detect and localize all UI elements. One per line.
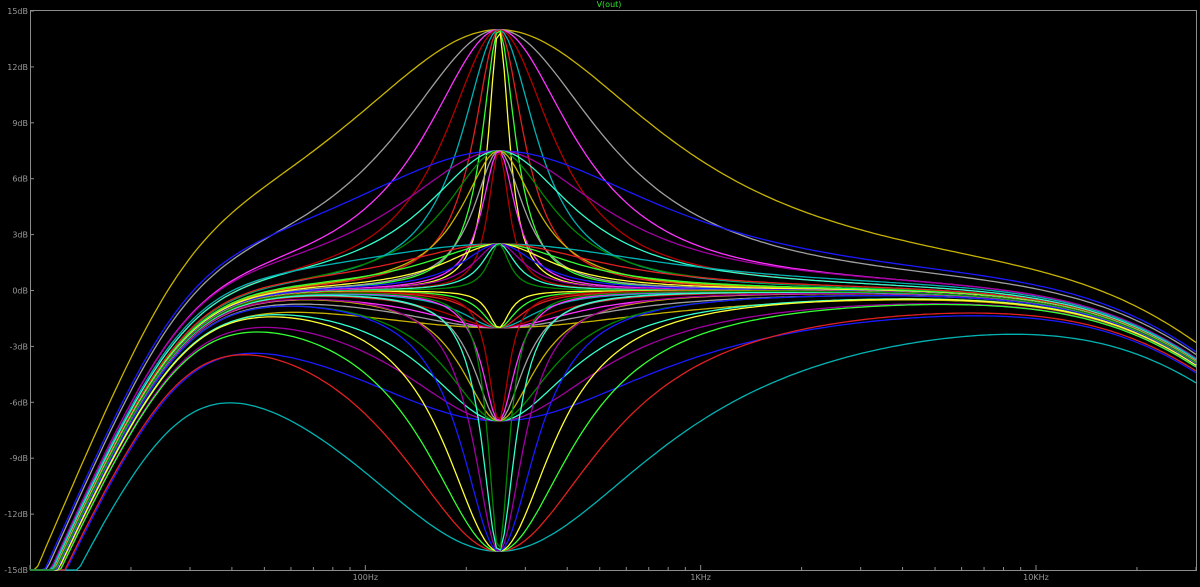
series-line — [30, 290, 1197, 571]
series-line — [30, 303, 1197, 571]
y-tick-label: -6dB — [9, 398, 28, 407]
series-line — [30, 290, 1197, 571]
series-line — [30, 295, 1197, 571]
series-group — [30, 29, 1197, 571]
x-tick-label: 10KHz — [1023, 573, 1049, 582]
y-tick-label: 15dB — [7, 7, 28, 16]
y-axis: 15dB 12dB 9dB 6dB 3dB 0dB -3dB -6dB -9dB -12dB -15… — [4, 7, 34, 575]
x-tick-label: 100Hz — [353, 573, 378, 582]
series-line — [30, 295, 1197, 571]
series-line — [30, 150, 1197, 571]
x-axis: 100Hz 1KHz 10KHz — [29, 565, 1197, 582]
series-line — [30, 151, 1197, 571]
series-line — [30, 291, 1197, 571]
y-tick-label: 6dB — [12, 175, 28, 184]
series-line — [30, 290, 1197, 571]
y-tick-label: 9dB — [12, 119, 28, 128]
y-tick-label: 0dB — [12, 287, 28, 296]
frequency-response-plot: V(out) 15dB 12dB 9dB 6dB 3dB 0dB -3dB -6dB -9dB -… — [4, 0, 1197, 582]
series-line — [30, 295, 1197, 571]
x-tick-label: 1KHz — [690, 573, 711, 582]
series-line — [30, 315, 1197, 571]
y-tick-label: -3dB — [9, 342, 28, 351]
series-line — [30, 290, 1197, 571]
y-tick-label: 12dB — [7, 63, 28, 72]
chart-title: V(out) — [597, 0, 622, 9]
series-line — [30, 333, 1197, 571]
y-tick-label: 3dB — [12, 231, 28, 240]
series-line — [30, 290, 1197, 571]
y-tick-label: -9dB — [9, 454, 28, 463]
y-tick-label: -15dB — [4, 566, 28, 575]
series-line — [30, 312, 1197, 571]
series-line — [30, 290, 1197, 571]
y-tick-label: -12dB — [4, 510, 28, 519]
